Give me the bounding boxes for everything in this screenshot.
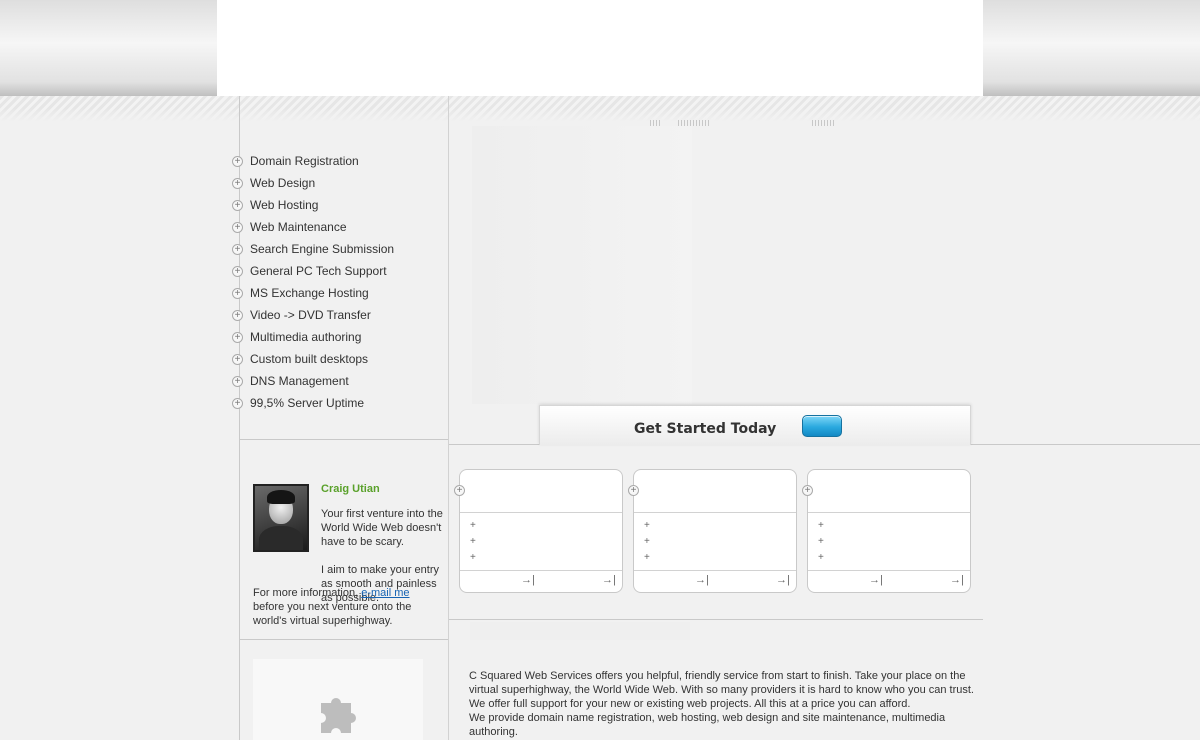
menu-item-label: Web Hosting xyxy=(250,198,319,212)
service-card: + + + + →| →| xyxy=(454,469,623,593)
plus-circle-icon: + xyxy=(232,265,243,277)
about-text: C Squared Web Services offers you helpfu… xyxy=(469,669,974,739)
section-header-strip xyxy=(470,622,690,640)
sidebar-divider xyxy=(240,439,448,440)
plus-circle-icon: + xyxy=(232,287,243,299)
plus-circle-icon: + xyxy=(232,309,243,321)
menu-item-label: Web Maintenance xyxy=(250,220,347,234)
service-card: + + + + →| →| xyxy=(802,469,971,593)
menu-item-dns-management[interactable]: + DNS Management xyxy=(232,370,447,392)
card-bullet: + xyxy=(470,552,476,563)
plus-circle-icon: + xyxy=(232,221,243,233)
menu-item-label: General PC Tech Support xyxy=(250,264,387,278)
menu-item-label: Web Design xyxy=(250,176,316,190)
arrow-to-end-icon[interactable]: →| xyxy=(869,574,883,586)
plugin-placeholder xyxy=(253,659,423,740)
services-menu: + Domain Registration + Web Design + Web Ho… xyxy=(232,150,447,414)
arrow-to-end-icon[interactable]: →| xyxy=(695,574,709,586)
profile-intro: Your first venture into the World Wide W… xyxy=(321,508,443,548)
service-card: + + + + →| →| xyxy=(628,469,797,593)
header-banner xyxy=(217,0,983,96)
get-started-tab: Get Started Today xyxy=(539,405,971,445)
menu-item-label: DNS Management xyxy=(250,374,349,388)
more-info-suffix: before you next venture onto the world's… xyxy=(253,601,412,627)
plus-circle-icon: + xyxy=(232,243,243,255)
plus-circle-icon[interactable]: + xyxy=(802,485,813,496)
menu-item-label: Domain Registration xyxy=(250,154,359,168)
decor-dots xyxy=(812,120,834,126)
arrow-to-end-icon[interactable]: →| xyxy=(521,574,535,586)
more-info: For more information, e-mail me before y… xyxy=(253,586,443,628)
feature-image-area xyxy=(472,126,692,404)
menu-item-label: Video -> DVD Transfer xyxy=(250,308,371,322)
menu-item-pc-tech-support[interactable]: + General PC Tech Support xyxy=(232,260,447,282)
about-paragraph: We provide domain name registration, web… xyxy=(469,712,946,738)
plus-circle-icon: + xyxy=(232,397,243,409)
card-bullet: + xyxy=(644,536,650,547)
plus-circle-icon: + xyxy=(232,331,243,343)
get-started-button[interactable] xyxy=(802,415,842,437)
plus-circle-icon: + xyxy=(232,155,243,167)
card-bullet: + xyxy=(470,536,476,547)
sidebar-right-border xyxy=(448,96,449,740)
menu-item-search-engine-submission[interactable]: + Search Engine Submission xyxy=(232,238,447,260)
menu-item-server-uptime[interactable]: +99,5% Server Uptime xyxy=(232,392,447,414)
menu-item-label: 99,5% Server Uptime xyxy=(250,396,365,410)
more-info-prefix: For more information, xyxy=(253,587,362,599)
card-bullet: + xyxy=(644,552,650,563)
card-bullet: + xyxy=(644,520,650,531)
menu-item-ms-exchange-hosting[interactable]: + MS Exchange Hosting xyxy=(232,282,447,304)
plus-circle-icon: + xyxy=(232,375,243,387)
card-bullet: + xyxy=(818,536,824,547)
about-paragraph: C Squared Web Services offers you helpfu… xyxy=(469,670,974,710)
menu-item-web-design[interactable]: + Web Design xyxy=(232,172,447,194)
card-bullet: + xyxy=(818,552,824,563)
sidebar-divider-2 xyxy=(240,639,448,640)
menu-item-label: Multimedia authoring xyxy=(250,330,362,344)
puzzle-piece-icon xyxy=(321,698,356,733)
menu-item-web-maintenance[interactable]: + Web Maintenance xyxy=(232,216,447,238)
email-link[interactable]: e-mail me xyxy=(361,587,409,599)
menu-item-multimedia-authoring[interactable]: + Multimedia authoring xyxy=(232,326,447,348)
arrow-to-end-icon[interactable]: →| xyxy=(776,574,790,586)
menu-item-domain-registration[interactable]: + Domain Registration xyxy=(232,150,447,172)
stripe-band xyxy=(0,96,1200,122)
menu-item-web-hosting[interactable]: + Web Hosting xyxy=(232,194,447,216)
profile-photo xyxy=(253,484,309,552)
arrow-to-end-icon[interactable]: →| xyxy=(602,574,616,586)
menu-item-label: Search Engine Submission xyxy=(250,242,395,256)
menu-item-label: MS Exchange Hosting xyxy=(250,286,369,300)
get-started-label: Get Started Today xyxy=(634,421,777,437)
card-bullet: + xyxy=(470,520,476,531)
menu-item-video-dvd-transfer[interactable]: + Video -> DVD Transfer xyxy=(232,304,447,326)
plus-circle-icon: + xyxy=(232,199,243,211)
plus-circle-icon: + xyxy=(232,177,243,189)
menu-item-label: Custom built desktops xyxy=(250,352,369,366)
menu-item-custom-desktops[interactable]: + Custom built desktops xyxy=(232,348,447,370)
profile-name: Craig Utian xyxy=(321,483,380,495)
content-divider-2 xyxy=(449,619,983,620)
plus-circle-icon: + xyxy=(232,353,243,365)
plus-circle-icon[interactable]: + xyxy=(628,485,639,496)
card-bullet: + xyxy=(818,520,824,531)
plus-circle-icon[interactable]: + xyxy=(454,485,465,496)
arrow-to-end-icon[interactable]: →| xyxy=(950,574,964,586)
